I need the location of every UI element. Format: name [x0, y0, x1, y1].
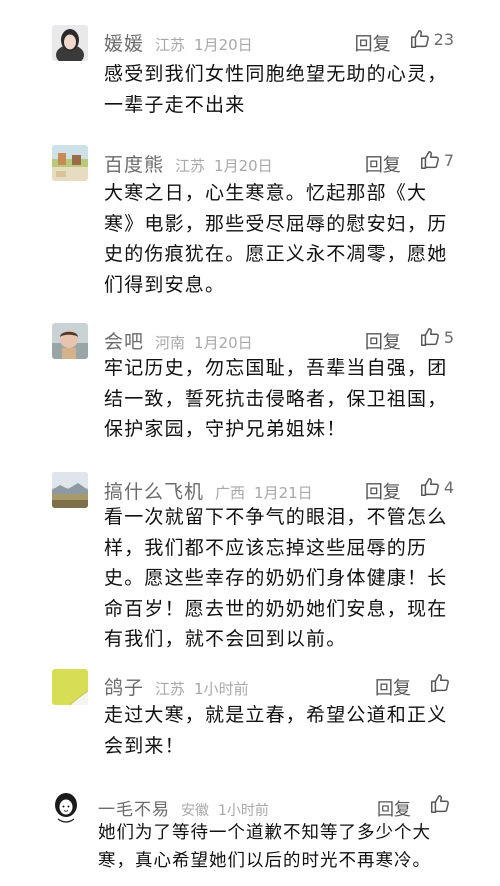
comment-text: 她们为了等待一个道歉不知等了多少个大 寒，真心希望她们以后的时光不再寒冷。: [98, 819, 464, 875]
comment-text-line: 寒》电影，那些受尽屈辱的慰安妇，历: [104, 212, 448, 235]
username[interactable]: 搞什么飞机: [104, 477, 204, 504]
avatar[interactable]: [52, 323, 88, 359]
username[interactable]: 会吧: [104, 327, 144, 354]
like-count: 4: [443, 477, 454, 497]
comment-text-line: 看一次就留下不争气的眼泪，不管怎么: [104, 506, 448, 528]
comment-text-line: 会到来！: [104, 734, 185, 757]
like-button[interactable]: [429, 672, 454, 694]
timestamp: 1小时前: [218, 803, 269, 819]
username[interactable]: 鸽子: [104, 673, 144, 700]
timestamp: 1小时前: [194, 680, 249, 698]
comment-text-line: 样，我们都不应该忘掉这些屈辱的历: [104, 536, 428, 559]
timestamp: 1月21日: [254, 484, 313, 502]
comment-text-line: 走过大寒，就是立春，希望公道和正义: [104, 704, 448, 726]
comment-text-line: 牢记历史，勿忘国耻，吾辈当自强，团: [104, 357, 448, 379]
region-label: 河南: [155, 334, 186, 352]
avatar[interactable]: [52, 25, 88, 61]
comment-text-line: 有我们，就不会回到以前。: [104, 628, 347, 650]
comment-text-line: 寒，真心希望她们以后的时光不再寒冷。: [98, 851, 431, 871]
comment-text: 感受到我们女性同胞绝望无助的心灵， 一辈子走不出来: [104, 59, 464, 120]
like-count: 7: [443, 150, 454, 170]
thumbs-up-icon: [431, 795, 449, 813]
region-label: 安徽: [181, 803, 209, 819]
avatar[interactable]: [52, 669, 88, 705]
thumbs-up-icon: [420, 151, 439, 169]
like-button[interactable]: 4: [419, 476, 454, 498]
like-count: 5: [443, 327, 454, 347]
avatar[interactable]: [52, 472, 88, 508]
username[interactable]: 媛媛: [104, 29, 144, 56]
comment-text-line: 她们为了等待一个道歉不知等了多少个大: [98, 823, 431, 843]
reply-button[interactable]: 回复: [375, 674, 411, 700]
thumbs-up-icon: [420, 328, 439, 346]
comment-text-line: 命百岁！愿去世的奶奶她们安息，现在: [104, 597, 448, 620]
timestamp: 1月20日: [194, 334, 253, 352]
avatar[interactable]: [52, 145, 88, 181]
comment-text-line: 史。愿这些幸存的奶奶们身体健康！长: [104, 567, 448, 589]
like-count: 23: [433, 29, 454, 49]
like-button[interactable]: 7: [419, 149, 454, 171]
comment-text-line: 一辈子走不出来: [104, 93, 246, 116]
comment-text-line: 们得到安息。: [104, 273, 226, 296]
thumbs-up-icon: [410, 30, 429, 48]
timestamp: 1月20日: [194, 36, 253, 54]
comment-text-line: 感受到我们女性同胞绝望无助的心灵，: [104, 63, 448, 85]
avatar[interactable]: [48, 789, 84, 825]
comment-text: 走过大寒，就是立春，希望公道和正义 会到来！: [104, 700, 464, 761]
reply-button[interactable]: 回复: [377, 795, 411, 820]
region-label: 广西: [215, 484, 246, 502]
comment-text-line: 史的伤痕犹在。愿正义永不凋零，愿她: [104, 243, 448, 265]
comment-text-line: 大寒之日，心生寒意。忆起那部《大: [104, 182, 428, 204]
reply-button[interactable]: 回复: [365, 478, 401, 504]
comment-text-line: 结一致，誓死抗击侵略者，保卫祖国，: [104, 387, 448, 410]
reply-button[interactable]: 回复: [355, 30, 391, 56]
region-label: 江苏: [155, 680, 186, 698]
comment-text-line: 保护家园，守护兄弟姐妹！: [104, 418, 347, 440]
reply-button[interactable]: 回复: [365, 151, 401, 177]
comment-text: 看一次就留下不争气的眼泪，不管怎么 样，我们都不应该忘掉这些屈辱的历 史。愿这些…: [104, 502, 464, 655]
region-label: 江苏: [175, 157, 206, 175]
username[interactable]: 百度熊: [104, 150, 164, 177]
like-button[interactable]: [429, 793, 454, 815]
reply-button[interactable]: 回复: [365, 328, 401, 354]
comment-text: 大寒之日，心生寒意。忆起那部《大 寒》电影，那些受尽屈辱的慰安妇，历 史的伤痕犹…: [104, 178, 464, 300]
thumbs-up-icon: [420, 478, 439, 496]
comment-text: 牢记历史，勿忘国耻，吾辈当自强，团 结一致，誓死抗击侵略者，保卫祖国， 保护家园…: [104, 353, 464, 445]
like-button[interactable]: 23: [409, 28, 454, 50]
like-button[interactable]: 5: [419, 326, 454, 348]
username[interactable]: 一毛不易: [98, 795, 170, 820]
thumbs-up-icon: [431, 674, 449, 692]
timestamp: 1月20日: [214, 157, 273, 175]
region-label: 江苏: [155, 36, 186, 54]
